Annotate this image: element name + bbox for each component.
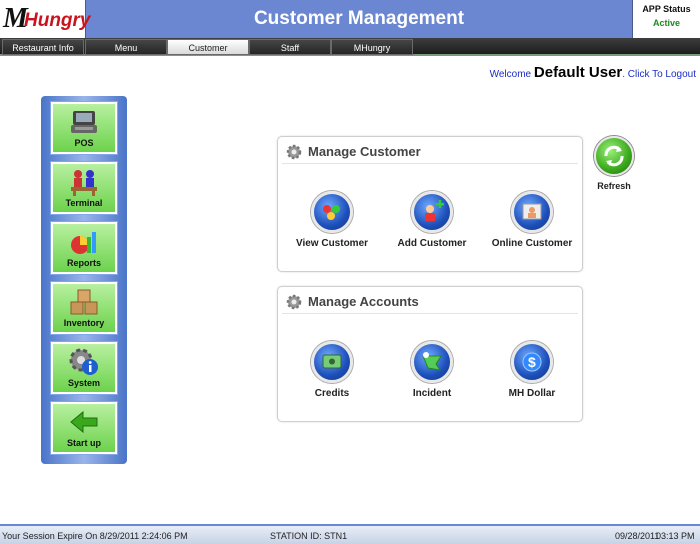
sidebar-item-start-up[interactable]: Start up bbox=[50, 401, 118, 455]
gear-icon bbox=[286, 144, 302, 160]
refresh-icon bbox=[594, 136, 634, 176]
view-customer-label: View Customer bbox=[295, 238, 369, 249]
welcome-prefix: Welcome bbox=[489, 69, 532, 80]
sidebar-item-label: Reports bbox=[66, 258, 101, 268]
sidebar-item-label: Terminal bbox=[65, 198, 103, 208]
main-nav: Restaurant Info Menu Customer Staff MHun… bbox=[0, 38, 700, 56]
refresh-button[interactable]: Refresh bbox=[589, 136, 639, 191]
credits-icon bbox=[311, 341, 353, 383]
incident-button[interactable]: Incident bbox=[382, 341, 482, 399]
add-customer-button[interactable]: Add Customer bbox=[382, 191, 482, 249]
sidebar-item-label: System bbox=[67, 378, 101, 388]
panel-divider bbox=[282, 163, 578, 164]
mh-dollar-icon: $ bbox=[511, 341, 553, 383]
add-customer-icon bbox=[411, 191, 453, 233]
tab-menu[interactable]: Menu bbox=[85, 39, 167, 55]
credits-label: Credits bbox=[314, 388, 350, 399]
tab-mhungry[interactable]: MHungry bbox=[331, 39, 413, 55]
sidebar-item-terminal[interactable]: Terminal bbox=[50, 161, 118, 215]
gear-icon bbox=[286, 294, 302, 310]
mh-dollar-label: MH Dollar bbox=[508, 388, 556, 399]
sidebar-item-system[interactable]: System bbox=[50, 341, 118, 395]
session-expire-text: Your Session Expire On 8/29/2011 2:24:06… bbox=[2, 531, 188, 541]
app-status-box: APP Status Active bbox=[632, 0, 700, 38]
footer-time: 03:13 PM bbox=[656, 531, 695, 541]
manage-customer-title: Manage Customer bbox=[308, 144, 421, 159]
app-status-value: Active bbox=[652, 18, 680, 28]
welcome-bar: Welcome Default User. Click To Logout bbox=[490, 64, 696, 81]
station-id: STATION ID: STN1 bbox=[270, 531, 348, 541]
incident-label: Incident bbox=[412, 388, 452, 399]
sidebar-item-pos[interactable]: POS bbox=[50, 101, 118, 155]
terminal-people-icon bbox=[71, 170, 97, 196]
view-customer-button[interactable]: View Customer bbox=[282, 191, 382, 249]
current-user-name: Default User bbox=[533, 64, 623, 81]
pos-terminal-icon bbox=[71, 111, 97, 133]
start-up-arrow-icon bbox=[70, 410, 98, 434]
page-title: Customer Management bbox=[253, 8, 465, 29]
mhungry-logo: M Hungry bbox=[0, 0, 91, 38]
manage-accounts-panel: Manage Accounts Credits Incident $ MH Do… bbox=[277, 286, 583, 422]
inventory-boxes-icon bbox=[70, 289, 98, 315]
app-header: M Hungry Customer Management APP Status … bbox=[0, 0, 700, 38]
sidebar-item-label: Start up bbox=[66, 438, 101, 448]
app-status-label: APP Status bbox=[642, 4, 691, 14]
manage-customer-panel: Manage Customer View Customer Add Custom… bbox=[277, 136, 583, 272]
credits-button[interactable]: Credits bbox=[282, 341, 382, 399]
status-bar: Your Session Expire On 8/29/2011 2:24:06… bbox=[0, 524, 700, 544]
online-customer-label: Online Customer bbox=[491, 238, 573, 249]
view-customer-icon bbox=[311, 191, 353, 233]
panel-divider bbox=[282, 313, 578, 314]
refresh-label: Refresh bbox=[597, 181, 631, 191]
add-customer-label: Add Customer bbox=[397, 238, 467, 249]
system-gear-info-icon bbox=[69, 348, 98, 375]
logo-hungry: Hungry bbox=[24, 10, 91, 31]
sidebar-item-reports[interactable]: Reports bbox=[50, 221, 118, 275]
tab-staff[interactable]: Staff bbox=[249, 39, 331, 55]
incident-icon bbox=[411, 341, 453, 383]
sidebar-item-label: Inventory bbox=[63, 318, 105, 328]
reports-chart-icon bbox=[71, 232, 96, 254]
online-customer-button[interactable]: Online Customer bbox=[482, 191, 582, 249]
logout-link[interactable]: . Click To Logout bbox=[622, 69, 696, 80]
mh-dollar-button[interactable]: $ MH Dollar bbox=[482, 341, 582, 399]
svg-text:$: $ bbox=[528, 354, 536, 370]
sidebar-item-inventory[interactable]: Inventory bbox=[50, 281, 118, 335]
footer-date: 09/28/2011 bbox=[615, 531, 660, 541]
side-panel: POS Terminal Reports Inventory System St… bbox=[41, 96, 127, 464]
online-customer-icon bbox=[511, 191, 553, 233]
tab-restaurant-info[interactable]: Restaurant Info bbox=[2, 39, 84, 55]
tab-customer[interactable]: Customer bbox=[167, 39, 249, 55]
manage-accounts-title: Manage Accounts bbox=[308, 294, 419, 309]
sidebar-item-label: POS bbox=[74, 138, 94, 148]
